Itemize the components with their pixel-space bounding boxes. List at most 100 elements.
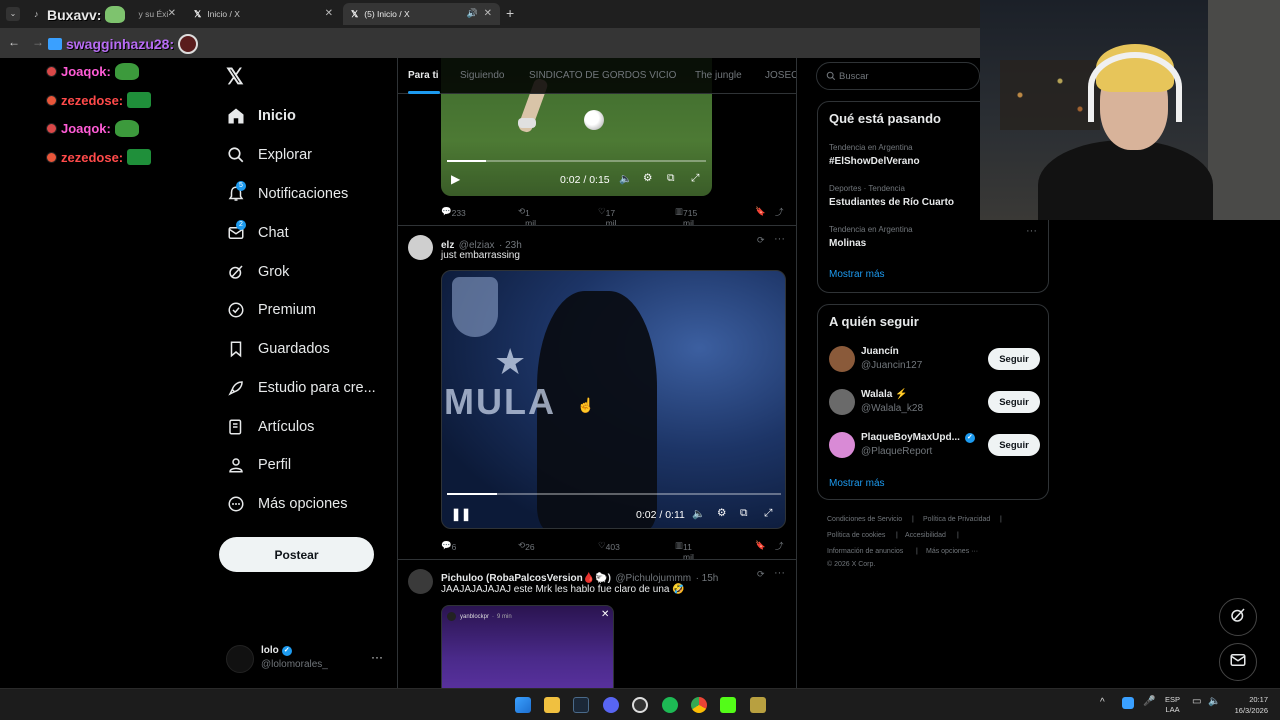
follow-button[interactable]: Seguir (988, 391, 1040, 413)
footer-link[interactable]: Condiciones de Servicio (827, 516, 902, 523)
views-button[interactable]: ▥ 11 mil (675, 540, 694, 562)
footer-link[interactable]: Accesibilidad (905, 532, 946, 539)
nav-item-perfil[interactable]: Perfil (226, 450, 291, 480)
tweet-author[interactable]: Pichuloo (RobaPalcosVersion🩸🐑) (441, 573, 611, 584)
kick-icon[interactable] (720, 697, 736, 713)
network-icon[interactable]: ▭ (1192, 696, 1201, 707)
fullscreen-icon[interactable]: ⤢ (691, 172, 699, 185)
show-more-link[interactable]: Mostrar más (829, 478, 885, 489)
speaker-icon[interactable]: 🔊 (467, 8, 478, 19)
follow-button[interactable]: Seguir (988, 348, 1040, 370)
nav-item-premium[interactable]: Premium (226, 295, 316, 325)
follow-name[interactable]: PlaqueBoyMaxUpd... ✓ (861, 432, 975, 443)
follow-name[interactable]: Juancín (861, 346, 899, 357)
windows-start-icon[interactable] (515, 697, 531, 713)
tab-list-chevron-icon[interactable]: ⌄ (6, 7, 20, 21)
browser-tab-x-1[interactable]: 𝕏 Inicio / X ✕ (186, 3, 341, 25)
bookmark-icon[interactable]: 🔖 (755, 540, 766, 551)
play-icon[interactable]: ▶ (451, 172, 460, 186)
tweet-image[interactable]: yanblockpr · 9 min ✕ (441, 605, 614, 688)
volume-icon[interactable]: 🔈 (692, 507, 705, 520)
messages-float-button[interactable] (1219, 643, 1257, 681)
tweet-time[interactable]: · 15h (696, 573, 719, 584)
obs-icon[interactable] (632, 697, 648, 713)
bookmark-icon[interactable]: 🔖 (755, 206, 766, 217)
close-icon[interactable]: ✕ (601, 609, 609, 620)
tweet-video[interactable]: MULA ★ ❚❚ 0:02 / 0:11 🔈 ⚙ ⧉ ⤢ ☝ (441, 270, 786, 529)
more-icon[interactable]: ··· (774, 567, 785, 579)
volume-icon[interactable]: 🔈 (1208, 696, 1220, 707)
spotify-icon[interactable] (662, 697, 678, 713)
like-button[interactable]: ♡ 17 mil (598, 206, 616, 228)
grok-icon[interactable]: ⟳ (757, 569, 765, 580)
footer-link[interactable]: Política de Privacidad (923, 516, 990, 523)
grok-icon[interactable]: ⟳ (757, 235, 765, 246)
more-icon[interactable]: ··· (1026, 225, 1037, 237)
retweet-button[interactable]: ⟲ 1 mil (518, 206, 536, 228)
more-icon[interactable]: ··· (371, 650, 383, 664)
follow-handle[interactable]: @Juancin127 (861, 360, 922, 371)
app-icon[interactable] (750, 697, 766, 713)
search-box[interactable]: Buscar (816, 62, 980, 90)
like-button[interactable]: ♡ 403 (598, 540, 620, 552)
share-icon[interactable]: ⤴ (775, 206, 784, 218)
x-logo-icon[interactable]: 𝕏 (226, 64, 244, 90)
trend-name[interactable]: Molinas (829, 238, 866, 249)
avatar[interactable] (829, 432, 855, 458)
close-tab-icon[interactable]: ✕ (484, 8, 492, 19)
reply-button[interactable]: 💬 233 (441, 206, 466, 218)
chrome-icon[interactable] (691, 697, 707, 713)
nav-item-estudio[interactable]: Estudio para cre... (226, 373, 376, 403)
trend-name[interactable]: Estudiantes de Río Cuarto (829, 197, 954, 208)
trend-name[interactable]: #ElShowDelVerano (829, 156, 920, 167)
share-icon[interactable]: ⤴ (775, 540, 784, 552)
grok-float-button[interactable] (1219, 598, 1257, 636)
reply-button[interactable]: 💬 6 (441, 540, 456, 552)
nav-item-mas-opciones[interactable]: Más opciones (226, 489, 347, 519)
retweet-button[interactable]: ⟲ 26 (518, 540, 535, 552)
tab-para-ti[interactable]: Para ti (408, 70, 439, 81)
nav-item-grok[interactable]: Grok (226, 257, 289, 287)
tweet-handle[interactable]: @Pichulojummm (615, 573, 691, 584)
pip-icon[interactable]: ⧉ (740, 507, 748, 520)
pause-icon[interactable]: ❚❚ (451, 507, 471, 521)
tab-joseo[interactable]: JOSEO (765, 70, 796, 81)
footer-link[interactable]: Información de anuncios (827, 548, 903, 555)
views-button[interactable]: ▥ 715 mil (675, 206, 697, 228)
video-progress-track[interactable] (447, 493, 781, 495)
fullscreen-icon[interactable]: ⤢ (764, 507, 772, 520)
video-progress-track[interactable] (447, 160, 706, 162)
back-arrow-icon[interactable]: ← (8, 35, 20, 49)
tab-the-jungle[interactable]: The jungle (695, 70, 742, 81)
nav-item-notificaciones[interactable]: 5 Notificaciones (226, 179, 348, 209)
follow-handle[interactable]: @Walala_k28 (861, 403, 923, 414)
file-explorer-icon[interactable] (544, 697, 560, 713)
avatar[interactable] (829, 389, 855, 415)
close-tab-icon[interactable]: ✕ (168, 8, 176, 19)
more-icon[interactable]: ··· (774, 233, 785, 245)
pip-icon[interactable]: ⧉ (667, 172, 675, 185)
nav-item-articulos[interactable]: Artículos (226, 412, 314, 442)
avatar[interactable] (408, 235, 433, 260)
footer-link[interactable]: Más opciones ··· (926, 548, 978, 555)
nav-item-inicio[interactable]: Inicio (226, 101, 296, 131)
footer-link[interactable]: Política de cookies (827, 532, 885, 539)
avatar[interactable] (829, 346, 855, 372)
settings-icon[interactable]: ⚙ (643, 172, 652, 184)
volume-icon[interactable]: 🔈 (619, 172, 632, 185)
language-indicator[interactable]: ESP LAA (1165, 695, 1180, 715)
tab-siguiendo[interactable]: Siguiendo (460, 70, 504, 81)
nav-item-explorar[interactable]: Explorar (226, 140, 312, 170)
post-button[interactable]: Postear (219, 537, 374, 572)
new-tab-button[interactable]: + (506, 5, 514, 21)
steam-icon[interactable] (573, 697, 589, 713)
forward-arrow-icon[interactable]: → (32, 35, 44, 49)
avatar[interactable] (408, 569, 433, 594)
microphone-icon[interactable]: 🎤 (1143, 696, 1155, 707)
settings-icon[interactable]: ⚙ (717, 507, 726, 519)
tray-icon[interactable] (1122, 697, 1134, 709)
chevron-up-icon[interactable]: ^ (1100, 697, 1105, 708)
follow-handle[interactable]: @PlaqueReport (861, 446, 932, 457)
follow-button[interactable]: Seguir (988, 434, 1040, 456)
discord-icon[interactable] (603, 697, 619, 713)
